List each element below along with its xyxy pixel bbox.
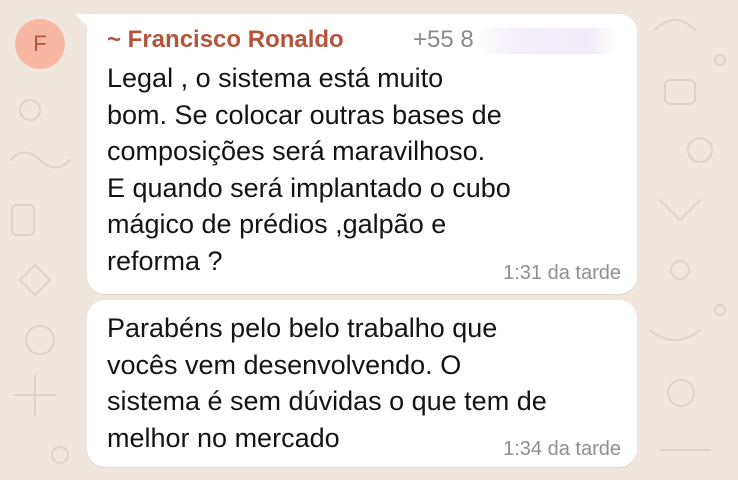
message-timestamp: 1:31 da tarde bbox=[503, 262, 621, 284]
bubble-tail bbox=[75, 14, 89, 28]
phone-redaction bbox=[477, 28, 617, 54]
message-timestamp: 1:34 da tarde bbox=[503, 438, 621, 460]
sender-name[interactable]: ~ Francisco Ronaldo bbox=[107, 26, 344, 54]
message-text: Legal , o sistema está muito bom. Se col… bbox=[107, 63, 511, 276]
avatar[interactable]: F bbox=[15, 19, 65, 69]
message-bubble[interactable]: Parabéns pelo belo trabalho que vocês ve… bbox=[87, 300, 637, 467]
message-bubble[interactable]: ~ Francisco Ronaldo +55 8 Legal , o sist… bbox=[75, 14, 637, 294]
message-text: Parabéns pelo belo trabalho que vocês ve… bbox=[107, 313, 547, 453]
sender-phone: +55 8 bbox=[413, 26, 474, 53]
